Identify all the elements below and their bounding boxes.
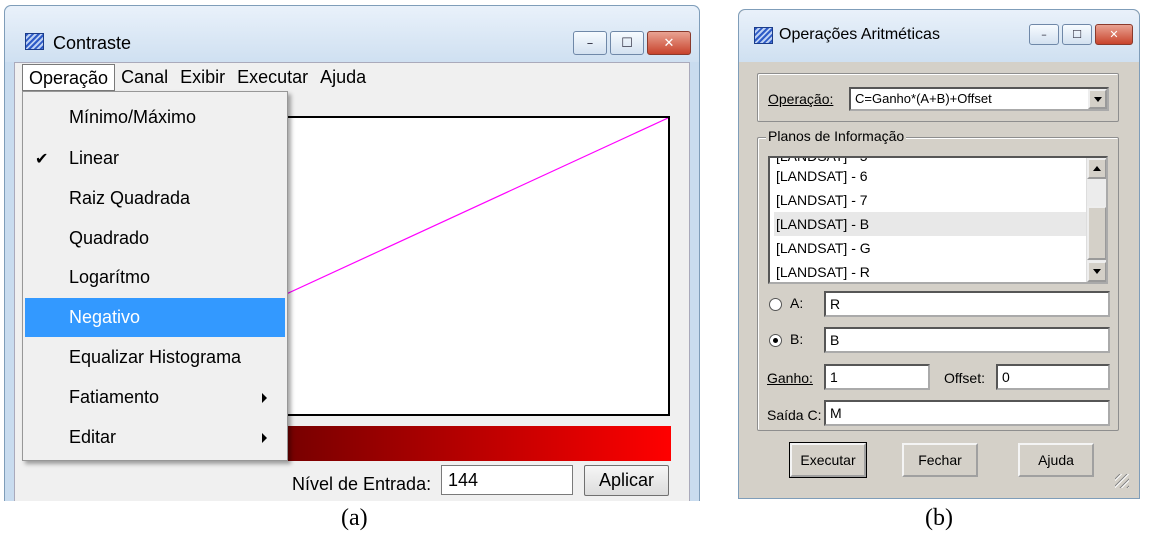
menu-item-label: Raiz Quadrada: [69, 188, 191, 208]
operacao-label: Operação:: [768, 91, 834, 107]
executar-button[interactable]: Executar: [789, 442, 867, 478]
menu-item-label: Equalizar Histograma: [69, 347, 242, 367]
minimize-button[interactable]: –: [573, 31, 607, 55]
menu-item-fatiamento[interactable]: Fatiamento: [25, 378, 285, 417]
fechar-button[interactable]: Fechar: [902, 443, 978, 477]
menu-item-raiz-quadrada[interactable]: Raiz Quadrada: [25, 179, 285, 218]
aplicar-button[interactable]: Aplicar: [584, 465, 669, 496]
radio-a[interactable]: [769, 298, 782, 311]
ganho-input[interactable]: 1: [824, 364, 930, 390]
title-bar[interactable]: Operações Aritméticas – ☐ ✕: [739, 10, 1139, 62]
menu-item-label: Quadrado: [69, 228, 150, 248]
planos-listbox[interactable]: [LANDSAT] - 5 [LANDSAT] - 6 [LANDSAT] - …: [768, 156, 1108, 284]
submenu-arrow-icon: [262, 432, 267, 443]
check-icon: ✔: [35, 149, 49, 168]
maximize-button[interactable]: ☐: [1062, 24, 1092, 45]
operacoes-client: Operação: C=Ganho*(A+B)+Offset Planos de…: [747, 62, 1131, 490]
menu-canal[interactable]: Canal: [115, 64, 174, 91]
menu-item-label: Logarítmo: [69, 267, 151, 287]
menu-item-label: Negativo: [69, 307, 141, 327]
list-item[interactable]: [LANDSAT] - R: [774, 260, 1088, 282]
app-icon: [754, 27, 773, 44]
b-label: B:: [790, 331, 804, 347]
ganho-label: Ganho:: [767, 370, 813, 386]
listbox-scrollbar[interactable]: [1086, 158, 1106, 282]
close-button[interactable]: ✕: [647, 31, 691, 55]
menu-item-label: Fatiamento: [69, 387, 160, 407]
window-controls: – ☐ ✕: [1029, 24, 1133, 45]
operacao-group: Operação: C=Ganho*(A+B)+Offset: [757, 73, 1119, 122]
menu-item-editar[interactable]: Editar: [25, 418, 285, 457]
saida-label: Saída C:: [767, 407, 822, 423]
planos-informacao-group: Planos de Informação [LANDSAT] - 5 [LAND…: [757, 128, 1119, 431]
scroll-thumb[interactable]: [1087, 206, 1106, 260]
menu-item-logaritmo[interactable]: Logarítmo: [25, 258, 285, 297]
nivel-entrada-input[interactable]: 144: [441, 465, 573, 495]
planos-legend: Planos de Informação: [766, 128, 907, 144]
a-input[interactable]: R: [824, 291, 1110, 317]
list-item[interactable]: [LANDSAT] - 6: [774, 164, 1088, 188]
menu-exibir[interactable]: Exibir: [174, 64, 231, 91]
submenu-arrow-icon: [262, 392, 267, 403]
scroll-up-icon[interactable]: [1087, 158, 1106, 179]
a-label: A:: [790, 295, 804, 311]
scroll-down-icon[interactable]: [1087, 261, 1106, 282]
menu-executar[interactable]: Executar: [231, 64, 314, 91]
menu-item-label: Mínimo/Máximo: [69, 107, 197, 127]
menu-ajuda[interactable]: Ajuda: [314, 64, 372, 91]
ajuda-button[interactable]: Ajuda: [1018, 443, 1094, 477]
list-item-selected[interactable]: [LANDSAT] - B: [774, 212, 1088, 236]
operacao-dropdown-menu: Mínimo/Máximo ✔ Linear Raiz Quadrada Qua…: [22, 91, 288, 461]
offset-input[interactable]: 0: [996, 364, 1110, 390]
menu-item-label: Linear: [69, 148, 120, 168]
maximize-button[interactable]: ☐: [610, 31, 644, 55]
resize-grip-icon[interactable]: [1115, 474, 1129, 488]
operacoes-aritmeticas-window: Operações Aritméticas – ☐ ✕ Operação: C=…: [738, 9, 1140, 499]
saida-input[interactable]: M: [824, 400, 1110, 426]
title-bar[interactable]: Contraste – ☐ ✕: [5, 6, 699, 62]
menu-item-negativo[interactable]: Negativo: [25, 298, 285, 337]
menu-item-equalizar-histograma[interactable]: Equalizar Histograma: [25, 338, 285, 377]
operacao-select[interactable]: C=Ganho*(A+B)+Offset: [849, 87, 1109, 111]
menu-item-label: Editar: [69, 427, 117, 447]
operacao-value: C=Ganho*(A+B)+Offset: [855, 91, 992, 106]
menu-item-minimo-maximo[interactable]: Mínimo/Máximo: [25, 98, 285, 137]
list-item[interactable]: [LANDSAT] - 7: [774, 188, 1088, 212]
radio-b[interactable]: [769, 334, 782, 347]
window-title: Operações Aritméticas: [779, 26, 940, 43]
menu-item-linear[interactable]: ✔ Linear: [25, 139, 285, 178]
minimize-button[interactable]: –: [1029, 24, 1059, 45]
caption-a: (a): [341, 505, 368, 531]
close-button[interactable]: ✕: [1095, 24, 1133, 45]
offset-label: Offset:: [944, 370, 985, 386]
list-item[interactable]: [LANDSAT] - G: [774, 236, 1088, 260]
menu-bar: Operação Canal Exibir Executar Ajuda: [15, 63, 689, 92]
app-icon: [25, 33, 44, 50]
nivel-entrada-label: Nível de Entrada:: [292, 474, 432, 494]
caption-b: (b): [925, 505, 953, 531]
window-controls: – ☐ ✕: [573, 31, 691, 55]
dropdown-arrow-icon[interactable]: [1088, 89, 1107, 109]
menu-operacao[interactable]: Operação: [22, 64, 116, 91]
menu-item-quadrado[interactable]: Quadrado: [25, 219, 285, 258]
window-title: Contraste: [53, 33, 132, 53]
b-input[interactable]: B: [824, 327, 1110, 353]
